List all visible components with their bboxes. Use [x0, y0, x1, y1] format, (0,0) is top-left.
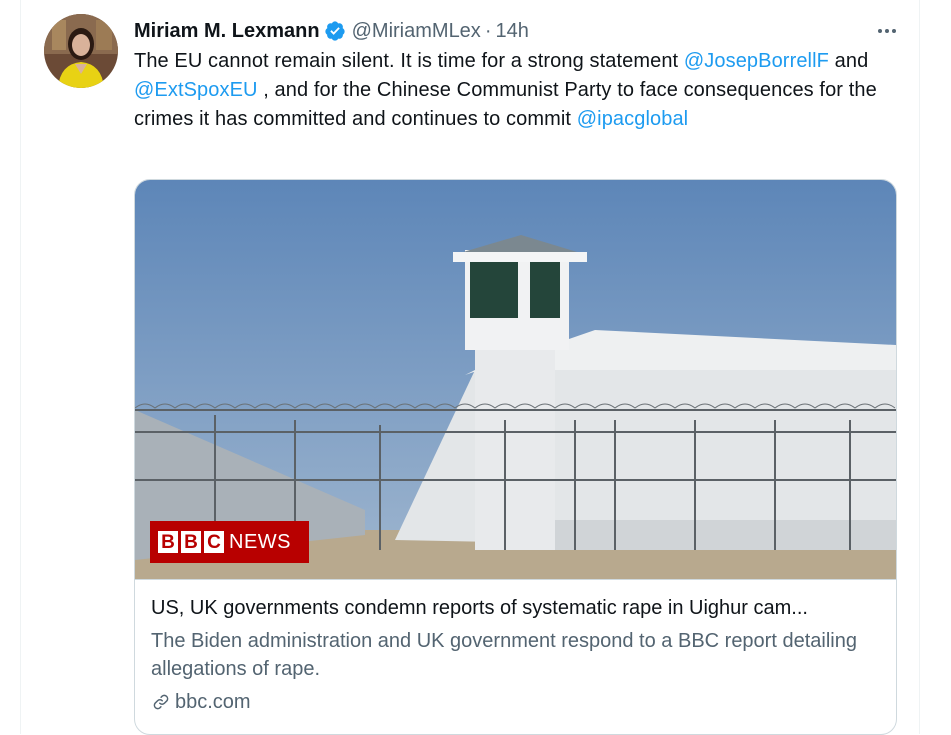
- avatar[interactable]: [44, 14, 118, 88]
- timestamp[interactable]: 14h: [495, 20, 528, 43]
- card-domain-text: bbc.com: [175, 691, 251, 713]
- bbc-logo-letter: B: [158, 531, 178, 553]
- tweet-text-segment: and: [828, 50, 869, 72]
- author-name[interactable]: Miriam M. Lexmann: [134, 20, 320, 43]
- card-description: The Biden administration and UK governme…: [151, 630, 857, 680]
- card-title[interactable]: US, UK governments condemn reports of sy…: [151, 595, 886, 621]
- separator-dot: ·: [484, 19, 492, 42]
- link-icon: [153, 694, 169, 710]
- tweet-text-segment: The EU cannot remain silent. It is time …: [134, 50, 684, 72]
- tweet-header: Miriam M. Lexmann @MiriamMLex · 14h: [134, 18, 529, 44]
- link-card[interactable]: B B C NEWS US, UK governments condemn re…: [134, 179, 897, 735]
- mention-link[interactable]: @JosepBorrellF: [684, 50, 829, 72]
- author-handle[interactable]: @MiriamMLex: [352, 20, 481, 43]
- bbc-logo-letter: C: [204, 531, 224, 553]
- card-image: [135, 180, 896, 579]
- card-divider: [135, 579, 896, 580]
- card-domain: bbc.com: [151, 689, 251, 715]
- tweet-text: The EU cannot remain silent. It is time …: [134, 47, 894, 134]
- bbc-logo-word: NEWS: [229, 530, 291, 553]
- mention-link[interactable]: @ExtSpoxEU: [134, 79, 258, 101]
- mention-link[interactable]: @ipacglobal: [577, 108, 688, 130]
- bbc-news-logo: B B C NEWS: [150, 521, 309, 563]
- tweet[interactable]: Miriam M. Lexmann @MiriamMLex · 14h The …: [20, 0, 919, 735]
- bbc-logo-letter: B: [181, 531, 201, 553]
- more-options-icon[interactable]: [870, 14, 904, 48]
- timeline-right-border: [919, 0, 920, 734]
- verified-badge-icon: [324, 21, 345, 41]
